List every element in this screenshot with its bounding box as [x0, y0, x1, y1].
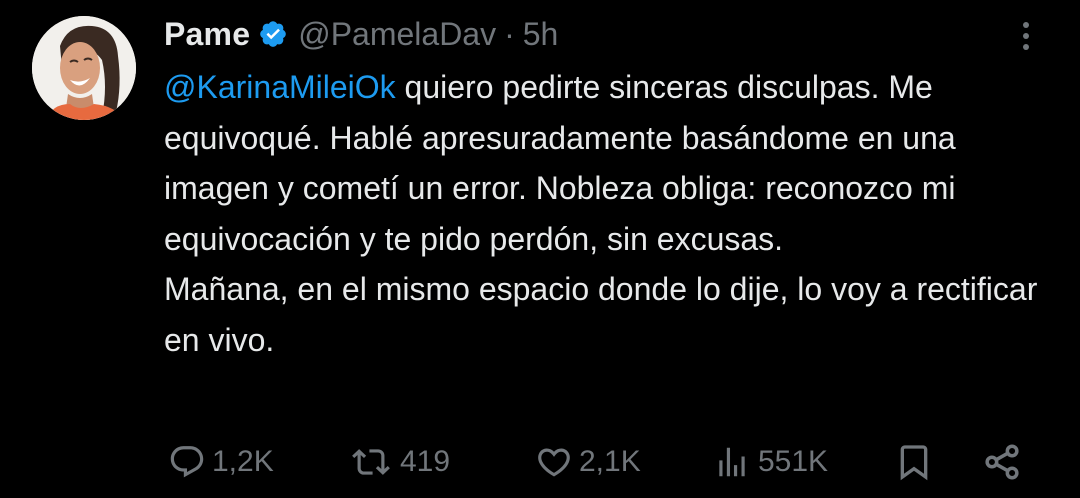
tweet-actions: 1,2K 419 2,1K 551K [0, 434, 1080, 490]
bookmark-button[interactable] [894, 434, 934, 490]
repost-button[interactable]: 419 [348, 434, 450, 490]
reply-icon [170, 446, 204, 478]
tweet-paragraph-1: @KarinaMileiOk quiero pedirte sinceras d… [164, 62, 1064, 264]
author-handle[interactable]: @PamelaDav [298, 16, 496, 53]
tweet-timestamp[interactable]: 5h [523, 16, 559, 53]
verified-badge-icon [258, 19, 288, 49]
tweet: Pame @PamelaDav · 5h @KarinaMileiOk quie… [0, 0, 1080, 498]
header-separator: · [504, 15, 515, 52]
views-button[interactable]: 551K [712, 434, 828, 490]
views-count: 551K [758, 445, 829, 478]
reply-button[interactable]: 1,2K [168, 434, 274, 490]
like-button[interactable]: 2,1K [535, 434, 641, 490]
mention-link[interactable]: @KarinaMileiOk [164, 69, 396, 105]
repost-icon [352, 449, 390, 475]
tweet-header: Pame @PamelaDav · 5h [164, 12, 558, 56]
repost-count: 419 [400, 445, 451, 478]
more-options-icon[interactable] [1012, 16, 1040, 56]
share-button[interactable] [980, 434, 1024, 490]
share-icon [985, 444, 1019, 480]
avatar[interactable] [32, 16, 136, 120]
tweet-first-line: quiero pedirte sinceras disculpas. [395, 69, 880, 105]
tweet-text: @KarinaMileiOk quiero pedirte sinceras d… [164, 62, 1064, 365]
bookmark-icon [900, 445, 928, 481]
tweet-paragraph-2: Mañana, en el mismo espacio donde lo dij… [164, 271, 1038, 358]
views-icon [719, 447, 745, 477]
like-count: 2,1K [579, 445, 641, 478]
heart-icon [538, 448, 570, 477]
reply-count: 1,2K [212, 445, 274, 478]
author-name[interactable]: Pame [164, 16, 250, 53]
